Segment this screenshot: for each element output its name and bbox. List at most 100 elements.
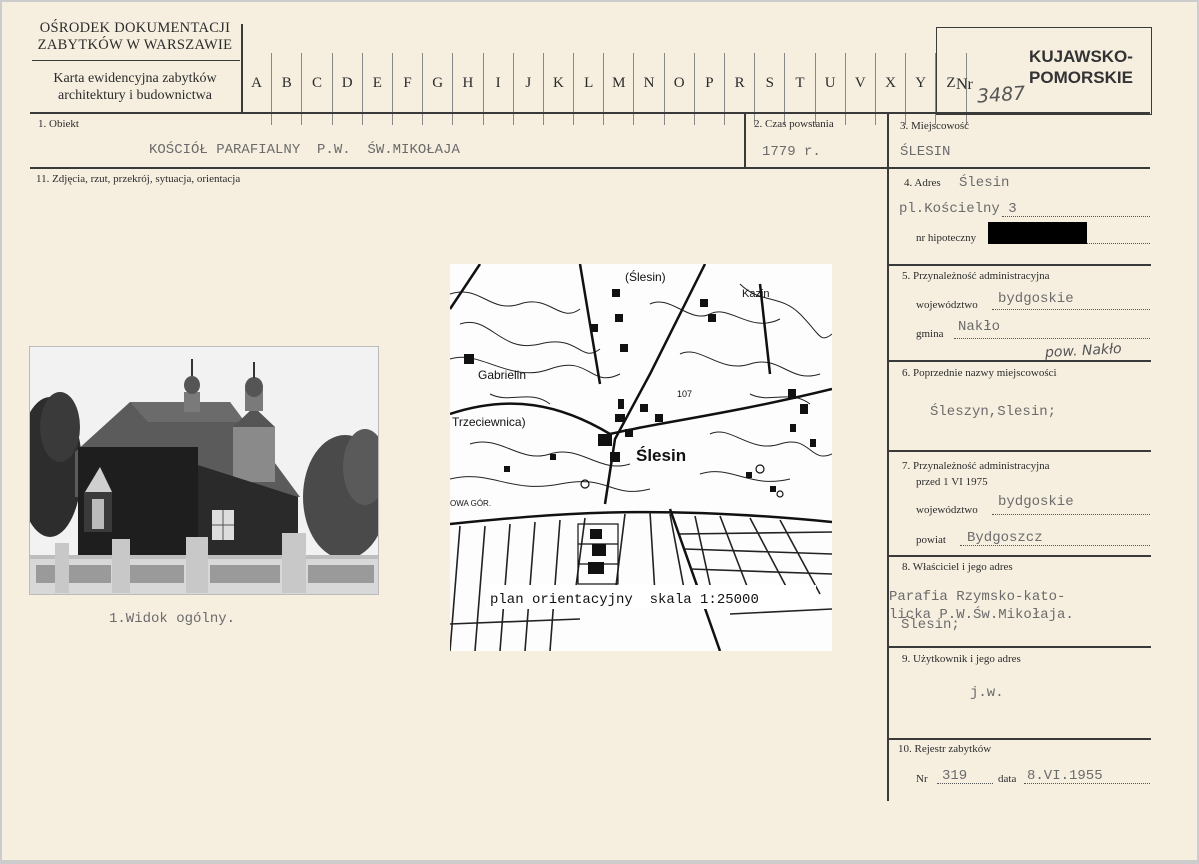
pow-note: pow. Nakło (1044, 341, 1123, 361)
card-title-line2: architektury i budownictwa (58, 88, 212, 103)
region-stamp: KUJAWSKO- POMORSKIE (1006, 46, 1156, 88)
letter-g: G (423, 53, 454, 125)
rejestr-nr-value: 319 (942, 768, 968, 784)
letter-x: X (876, 53, 907, 125)
adm1975-label: 7. Przynależność administracyjna przed 1… (902, 458, 1050, 490)
wojewodztwo2-value: bydgoskie (998, 494, 1074, 510)
miejscowosc-value: ŚLESIN (900, 144, 951, 160)
powiat-label: powiat (916, 534, 946, 546)
rejestr-data-label: data (998, 773, 1017, 785)
map-label-slesin-top: (Ślesin) (625, 269, 666, 284)
uzytkownik-value: j.w. (970, 685, 1004, 701)
header-bottom-line (30, 112, 1150, 114)
orientation-map: (Ślesin) Kazin Gabrielin Trzeciewnica) Ś… (450, 264, 832, 651)
letter-d: D (333, 53, 363, 125)
adres-dotline (1002, 216, 1150, 217)
letter-n: N (634, 53, 665, 125)
letter-c: C (302, 53, 333, 125)
wojewodztwo-label: województwo (916, 299, 978, 311)
wojewodztwo-value: bydgoskie (998, 291, 1074, 307)
row9-bottom-line (888, 738, 1151, 740)
powiat-value: Bydgoszcz (967, 530, 1043, 546)
row5-bottom-line (888, 360, 1151, 362)
letter-r: R (725, 53, 756, 125)
letter-p: P (695, 53, 725, 125)
powiat-dotline (960, 545, 1150, 546)
rejestr-label: 10. Rejestr zabytków (898, 743, 992, 755)
adres-value-2: pl.Kościelny 3 (899, 201, 1017, 217)
row1-bottom-line (30, 167, 1150, 169)
poprzednie-label: 6. Poprzednie nazwy miejscowości (902, 367, 1057, 379)
poprzednie-value: Śleszyn,Slesin; (930, 404, 1057, 420)
rejestr-data-dotline (1024, 783, 1150, 784)
church-photo (29, 346, 379, 595)
map-label-kazin: Kazin (742, 288, 770, 300)
institution-line2: ZABYTKÓW W WARSZAWIE (37, 37, 233, 53)
map-label-trzeciewnica: Trzeciewnica) (452, 415, 526, 429)
zdjecia-label: 11. Zdjęcia, rzut, przekrój, sytuacja, o… (36, 173, 241, 185)
letter-index: ABCDEFGHIJKLMNOPRSTUVXYZ (242, 53, 967, 125)
right-column-vline (887, 113, 889, 801)
row8-bottom-line (888, 646, 1151, 648)
letter-f: F (393, 53, 424, 125)
miejscowosc-label: 3. Miejscowość (900, 120, 970, 132)
uzytkownik-label: 9. Użytkownik i jego adres (902, 653, 1021, 665)
letter-a: A (242, 53, 273, 125)
letter-u: U (816, 53, 846, 125)
row7-bottom-line (888, 555, 1151, 557)
adres-label: 4. Adres (904, 177, 941, 189)
row6-bottom-line (888, 450, 1151, 452)
letter-s: S (755, 53, 786, 125)
region-line1: KUJAWSKO- (1029, 47, 1133, 66)
letter-m: M (604, 53, 635, 125)
adm-label: 5. Przynależność administracyjna (902, 270, 1050, 282)
photo-caption: 1.Widok ogólny. (109, 611, 236, 627)
record-card: OŚRODEK DOKUMENTACJI ZABYTKÓW W WARSZAWI… (2, 2, 1197, 860)
rejestr-nr-label: Nr (916, 773, 928, 785)
czas-value: 1779 r. (762, 144, 821, 160)
orientation-map-drawing: (Ślesin) Kazin Gabrielin Trzeciewnica) Ś… (450, 264, 832, 651)
rejestr-nr-dotline (937, 783, 993, 784)
wlasciciel-line3: Ślesin; (901, 617, 960, 633)
card-title: Karta ewidencyjna zabytków architektury … (30, 70, 240, 104)
redacted-block (988, 222, 1087, 244)
letter-t: T (785, 53, 816, 125)
letter-k: K (544, 53, 575, 125)
letter-b: B (272, 53, 303, 125)
letter-y: Y (906, 53, 937, 125)
wlasciciel-line1: Parafia Rzymsko-kato- (889, 589, 1066, 605)
obiekt-label: 1. Obiekt (38, 118, 79, 130)
adm1975-label-line1: 7. Przynależność administracyjna (902, 460, 1050, 472)
header-divider (32, 60, 240, 61)
map-label-107: 107 (677, 389, 692, 399)
czas-label: 2. Czas powstania (754, 118, 834, 130)
row1-vline-a (744, 113, 746, 167)
letter-v: V (846, 53, 876, 125)
map-label-gabrielin: Gabrielin (478, 368, 526, 382)
obiekt-value: KOŚCIÓŁ PARAFIALNY P.W. ŚW.MIKOŁAJA (149, 142, 460, 158)
wlasciciel-label: 8. Właściciel i jego adres (902, 561, 1013, 573)
hipoteczny-dotline (1087, 243, 1150, 244)
gmina-value: Nakło (958, 319, 1001, 335)
letter-o: O (665, 53, 695, 125)
wojewodztwo2-dotline (992, 514, 1150, 515)
map-label-slesin: Ślesin (636, 446, 686, 465)
church-photo-image (30, 347, 378, 594)
region-line2: POMORSKIE (1029, 68, 1133, 87)
map-label-nowa-gora: OWA GÓR. (450, 499, 491, 508)
map-caption: plan orientacyjny skala 1:25000 (490, 592, 759, 608)
letter-l: L (574, 53, 605, 125)
institution-name: OŚRODEK DOKUMENTACJI ZABYTKÓW W WARSZAWI… (30, 20, 240, 54)
gmina-label: gmina (916, 328, 944, 340)
gmina-dotline (954, 338, 1150, 339)
letter-e: E (363, 53, 393, 125)
hipoteczny-label: nr hipoteczny (916, 232, 977, 244)
card-title-line1: Karta ewidencyjna zabytków (53, 71, 217, 86)
adm1975-label-line2: przed 1 VI 1975 (916, 476, 988, 488)
letter-j: J (514, 53, 544, 125)
letter-h: H (453, 53, 484, 125)
wojewodztwo2-label: województwo (916, 504, 978, 516)
institution-line1: OŚRODEK DOKUMENTACJI (39, 20, 231, 36)
rejestr-data-value: 8.VI.1955 (1027, 768, 1103, 784)
wojewodztwo-dotline (992, 309, 1150, 310)
